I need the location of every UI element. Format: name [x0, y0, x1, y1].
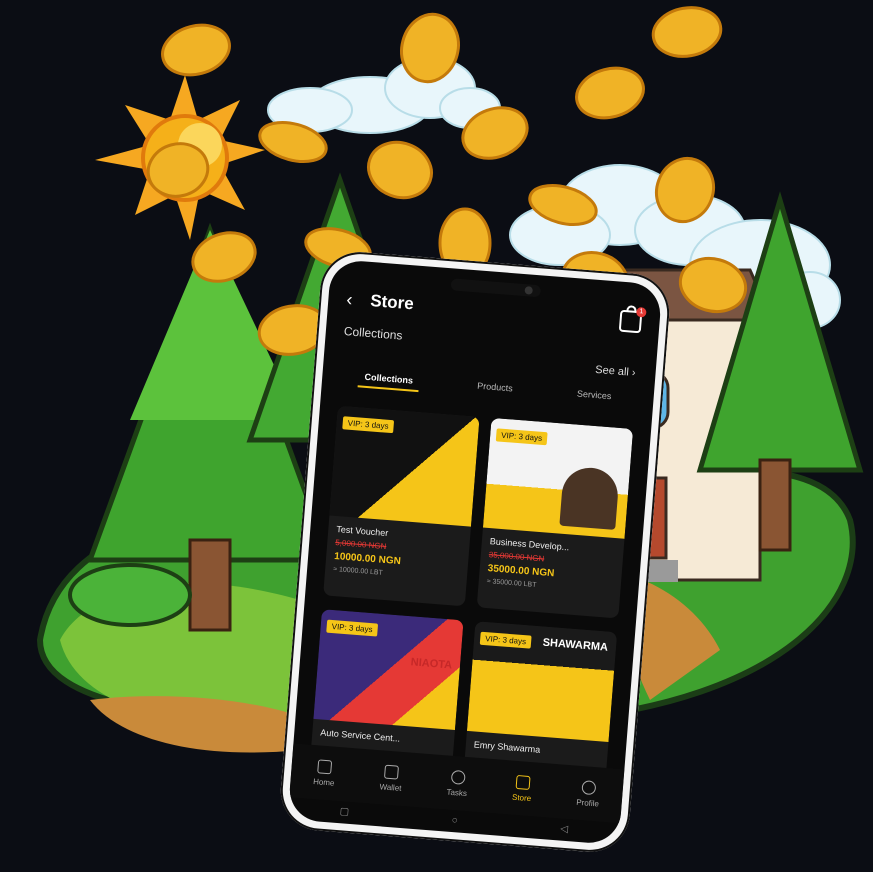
nav-home[interactable]: Home [313, 758, 336, 787]
back-icon[interactable]: ◁ [560, 823, 569, 835]
card-thumbnail: VIP: 3 days [482, 417, 634, 539]
vip-badge: VIP: 3 days [326, 619, 379, 637]
camera-icon [524, 286, 533, 295]
smartphone-mockup: ‹ Store 1 Collections See all › Collecti… [277, 249, 673, 855]
home-icon [317, 758, 333, 774]
tab-services[interactable]: Services [570, 384, 618, 408]
collection-card[interactable]: VIP: 3 days Test Voucher 5,000.00 NGN 10… [323, 405, 480, 607]
cart-icon[interactable]: 1 [618, 306, 647, 334]
nav-wallet[interactable]: Wallet [379, 764, 403, 792]
tasks-icon [450, 769, 466, 785]
collection-card[interactable]: VIP: 3 days Business Develop... 35,000.0… [476, 417, 634, 619]
wallet-icon [384, 764, 400, 780]
cart-badge: 1 [635, 306, 647, 318]
nav-profile[interactable]: Profile [576, 779, 601, 808]
recents-icon[interactable]: ▢ [339, 806, 349, 818]
phone-screen: ‹ Store 1 Collections See all › Collecti… [287, 258, 663, 846]
card-thumbnail: VIP: 3 days NIAOTA [313, 609, 464, 730]
nav-store[interactable]: Store [512, 774, 533, 803]
bush [68, 563, 192, 627]
thumb-brand-text: NIAOTA [410, 656, 453, 672]
vip-badge: VIP: 3 days [495, 428, 548, 446]
profile-icon [581, 779, 597, 795]
cloud-left [267, 57, 501, 134]
see-all-link[interactable]: See all › [595, 364, 636, 379]
tab-collections[interactable]: Collections [357, 367, 420, 393]
vip-badge: VIP: 3 days [479, 631, 532, 649]
nav-tasks[interactable]: Tasks [446, 769, 469, 798]
thumb-brand-text: SHAWARMA [542, 636, 609, 654]
page-title: Store [369, 291, 415, 314]
back-arrow-icon[interactable]: ‹ [346, 289, 364, 311]
store-icon [515, 774, 531, 790]
section-label: Collections [343, 324, 404, 343]
card-thumbnail: VIP: 3 days SHAWARMA [466, 621, 618, 743]
collection-grid: VIP: 3 days Test Voucher 5,000.00 NGN 10… [308, 405, 634, 802]
tab-products[interactable]: Products [470, 376, 519, 400]
card-thumbnail: VIP: 3 days [329, 405, 480, 527]
person-photo [559, 465, 620, 530]
vip-badge: VIP: 3 days [342, 416, 395, 434]
home-circle-icon[interactable]: ○ [451, 815, 458, 826]
